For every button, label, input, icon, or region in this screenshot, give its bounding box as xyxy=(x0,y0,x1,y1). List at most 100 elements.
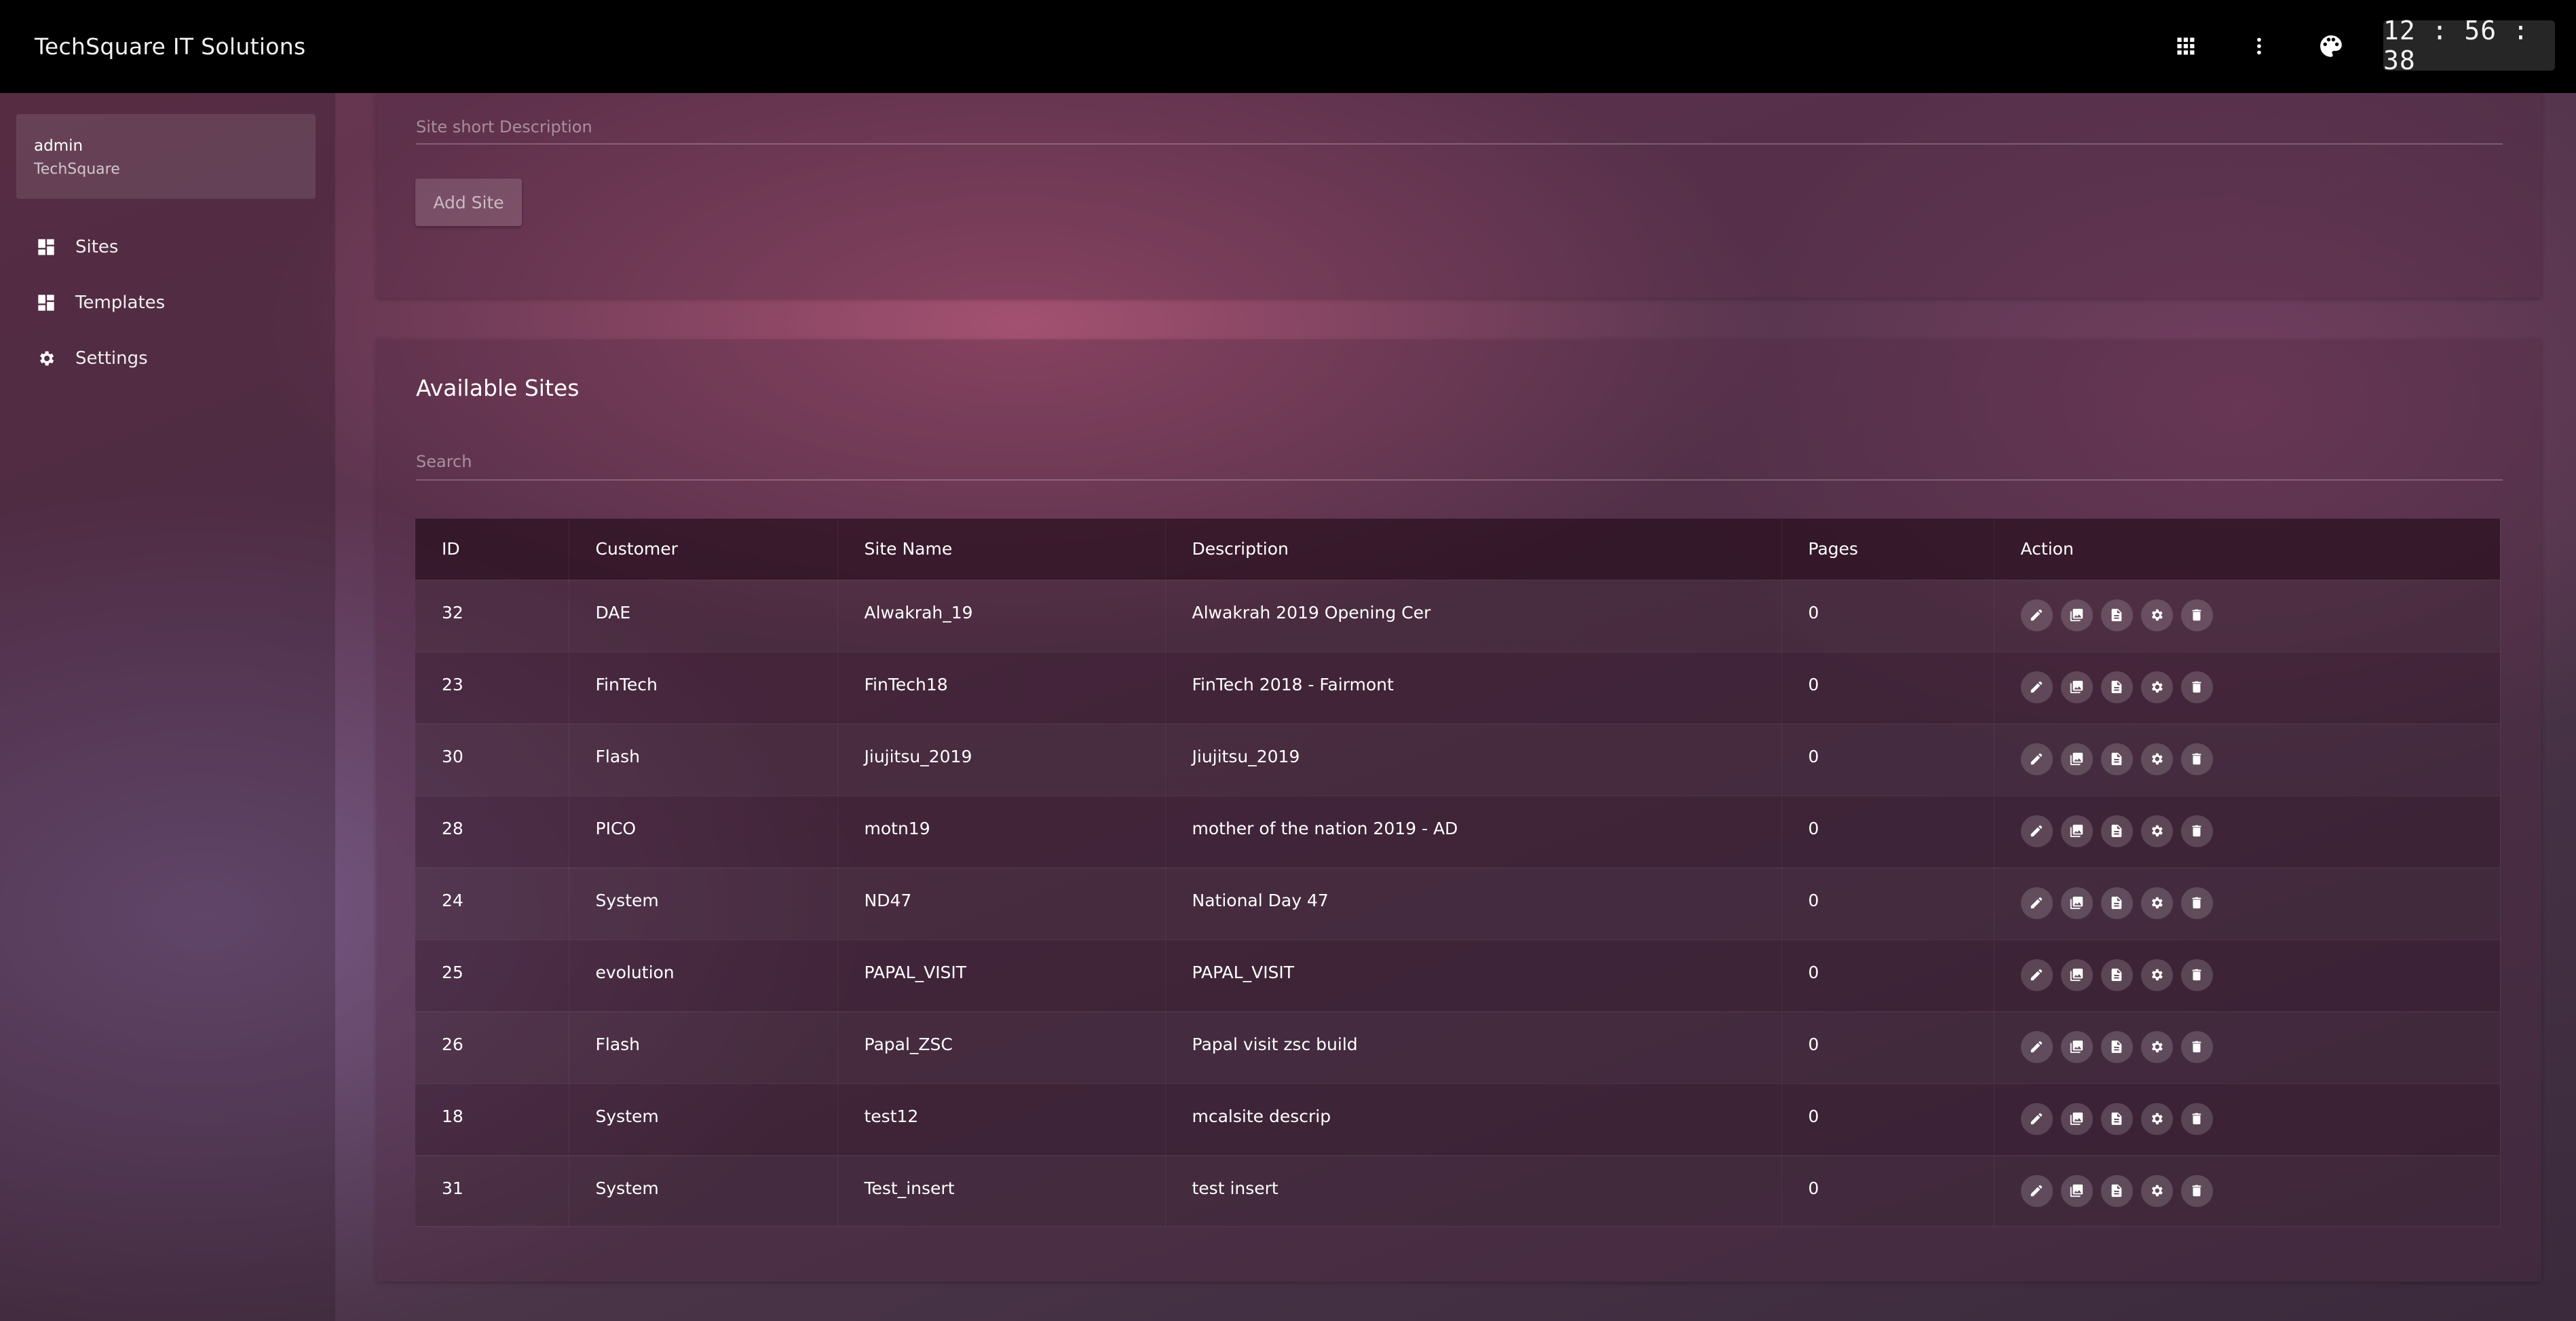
edit-icon xyxy=(2030,1041,2043,1053)
settings-button[interactable] xyxy=(2140,599,2173,631)
cell-site-name: test12 xyxy=(837,1083,1166,1155)
palette-icon[interactable] xyxy=(2311,26,2351,67)
settings-button[interactable] xyxy=(2140,1030,2173,1063)
document-button[interactable] xyxy=(2100,887,2133,919)
settings-button[interactable] xyxy=(2140,1102,2173,1135)
settings-icon xyxy=(2152,897,2163,909)
cell-site-name: Jiujitsu_2019 xyxy=(837,724,1166,796)
cell-site-name: Papal_ZSC xyxy=(837,1011,1166,1083)
edit-button[interactable] xyxy=(2020,887,2053,919)
delete-button[interactable] xyxy=(2180,599,2213,631)
table-row[interactable]: 25 evolution PAPAL_VISIT PAPAL_VISIT 0 xyxy=(415,939,2501,1011)
document-button[interactable] xyxy=(2100,743,2133,775)
column-header-action: Action xyxy=(1994,519,2501,580)
sidebar-item-templates[interactable]: Templates xyxy=(0,279,335,327)
cell-pages: 0 xyxy=(1781,652,1994,724)
gallery-button[interactable] xyxy=(2060,599,2093,631)
gallery-button[interactable] xyxy=(2060,743,2093,775)
cell-id: 32 xyxy=(415,580,569,652)
settings-button[interactable] xyxy=(2140,743,2173,775)
cell-id: 26 xyxy=(415,1011,569,1083)
settings-button[interactable] xyxy=(2140,887,2173,919)
clock-display: 12 : 56 : 38 xyxy=(2383,16,2555,75)
cell-description: mcalsite descrip xyxy=(1165,1083,1782,1155)
edit-button[interactable] xyxy=(2020,671,2053,703)
gallery-button[interactable] xyxy=(2060,959,2093,991)
apps-grid-icon[interactable] xyxy=(2165,26,2206,67)
column-header-customer[interactable]: Customer xyxy=(569,519,838,580)
add-site-button[interactable]: Add Site xyxy=(415,179,522,226)
document-button[interactable] xyxy=(2100,599,2133,631)
delete-button[interactable] xyxy=(2180,743,2213,775)
settings-button[interactable] xyxy=(2140,959,2173,991)
gallery-button[interactable] xyxy=(2060,1174,2093,1207)
gallery-button[interactable] xyxy=(2060,887,2093,919)
delete-button[interactable] xyxy=(2180,815,2213,847)
delete-button[interactable] xyxy=(2180,1030,2213,1063)
document-button[interactable] xyxy=(2100,1174,2133,1207)
site-description-input[interactable] xyxy=(416,111,2503,145)
cell-actions xyxy=(1994,652,2501,724)
table-row[interactable]: 26 Flash Papal_ZSC Papal visit zsc build 0 xyxy=(415,1011,2501,1083)
table-row[interactable]: 28 PICO motn19 mother of the nation 2019 - … xyxy=(415,796,2501,868)
sidebar-item-settings[interactable]: Settings xyxy=(0,335,335,382)
gallery-button[interactable] xyxy=(2060,1102,2093,1135)
edit-button[interactable] xyxy=(2020,815,2053,847)
document-button[interactable] xyxy=(2100,1030,2133,1063)
cell-id: 25 xyxy=(415,939,569,1011)
delete-icon xyxy=(2192,969,2201,981)
edit-button[interactable] xyxy=(2020,1174,2053,1207)
delete-button[interactable] xyxy=(2180,671,2213,703)
delete-button[interactable] xyxy=(2180,887,2213,919)
table-row[interactable]: 30 Flash Jiujitsu_2019 Jiujitsu_2019 0 xyxy=(415,724,2501,796)
cell-customer: System xyxy=(569,868,838,939)
document-button[interactable] xyxy=(2100,959,2133,991)
column-header-site-name[interactable]: Site Name xyxy=(837,519,1166,580)
cell-actions xyxy=(1994,580,2501,652)
column-header-pages[interactable]: Pages xyxy=(1781,519,1994,580)
document-button[interactable] xyxy=(2100,1102,2133,1135)
settings-button[interactable] xyxy=(2140,671,2173,703)
sidebar: admin TechSquare Sites Templates Setting… xyxy=(0,93,335,1321)
delete-button[interactable] xyxy=(2180,1102,2213,1135)
gallery-button[interactable] xyxy=(2060,671,2093,703)
cell-site-name: PAPAL_VISIT xyxy=(837,939,1166,1011)
document-icon xyxy=(2111,1112,2122,1125)
delete-icon xyxy=(2192,825,2201,837)
edit-icon xyxy=(2030,753,2043,765)
row-actions xyxy=(2020,954,2500,991)
edit-icon xyxy=(2030,1185,2043,1197)
settings-button[interactable] xyxy=(2140,1174,2173,1207)
sidebar-item-sites[interactable]: Sites xyxy=(0,223,335,271)
settings-button[interactable] xyxy=(2140,815,2173,847)
gallery-button[interactable] xyxy=(2060,815,2093,847)
user-org: TechSquare xyxy=(34,161,120,178)
gear-icon xyxy=(37,349,56,368)
table-row[interactable]: 23 FinTech FinTech18 FinTech 2018 - Fairmon… xyxy=(415,652,2501,724)
delete-icon xyxy=(2192,609,2201,621)
dashboard-icon xyxy=(37,238,56,257)
settings-icon xyxy=(2152,1041,2163,1053)
edit-button[interactable] xyxy=(2020,1030,2053,1063)
more-vert-icon[interactable] xyxy=(2239,26,2279,67)
gallery-button[interactable] xyxy=(2060,1030,2093,1063)
edit-button[interactable] xyxy=(2020,959,2053,991)
cell-customer: FinTech xyxy=(569,652,838,724)
edit-button[interactable] xyxy=(2020,599,2053,631)
document-button[interactable] xyxy=(2100,815,2133,847)
table-row[interactable]: 24 System ND47 National Day 47 0 xyxy=(415,868,2501,939)
delete-button[interactable] xyxy=(2180,1174,2213,1207)
edit-button[interactable] xyxy=(2020,1102,2053,1135)
table-row[interactable]: 32 DAE Alwakrah_19 Alwakrah 2019 Opening Ce… xyxy=(415,580,2501,652)
document-button[interactable] xyxy=(2100,671,2133,703)
add-site-card: Add Site xyxy=(377,93,2541,298)
column-header-id[interactable]: ID xyxy=(415,519,569,580)
edit-icon xyxy=(2030,825,2043,837)
column-header-description[interactable]: Description xyxy=(1165,519,1782,580)
edit-button[interactable] xyxy=(2020,743,2053,775)
delete-button[interactable] xyxy=(2180,959,2213,991)
table-row[interactable]: 31 System Test_insert test insert 0 xyxy=(415,1155,2501,1227)
cell-description: mother of the nation 2019 - AD xyxy=(1165,796,1782,868)
search-input[interactable] xyxy=(416,444,2503,481)
table-row[interactable]: 18 System test12 mcalsite descrip 0 xyxy=(415,1083,2501,1155)
